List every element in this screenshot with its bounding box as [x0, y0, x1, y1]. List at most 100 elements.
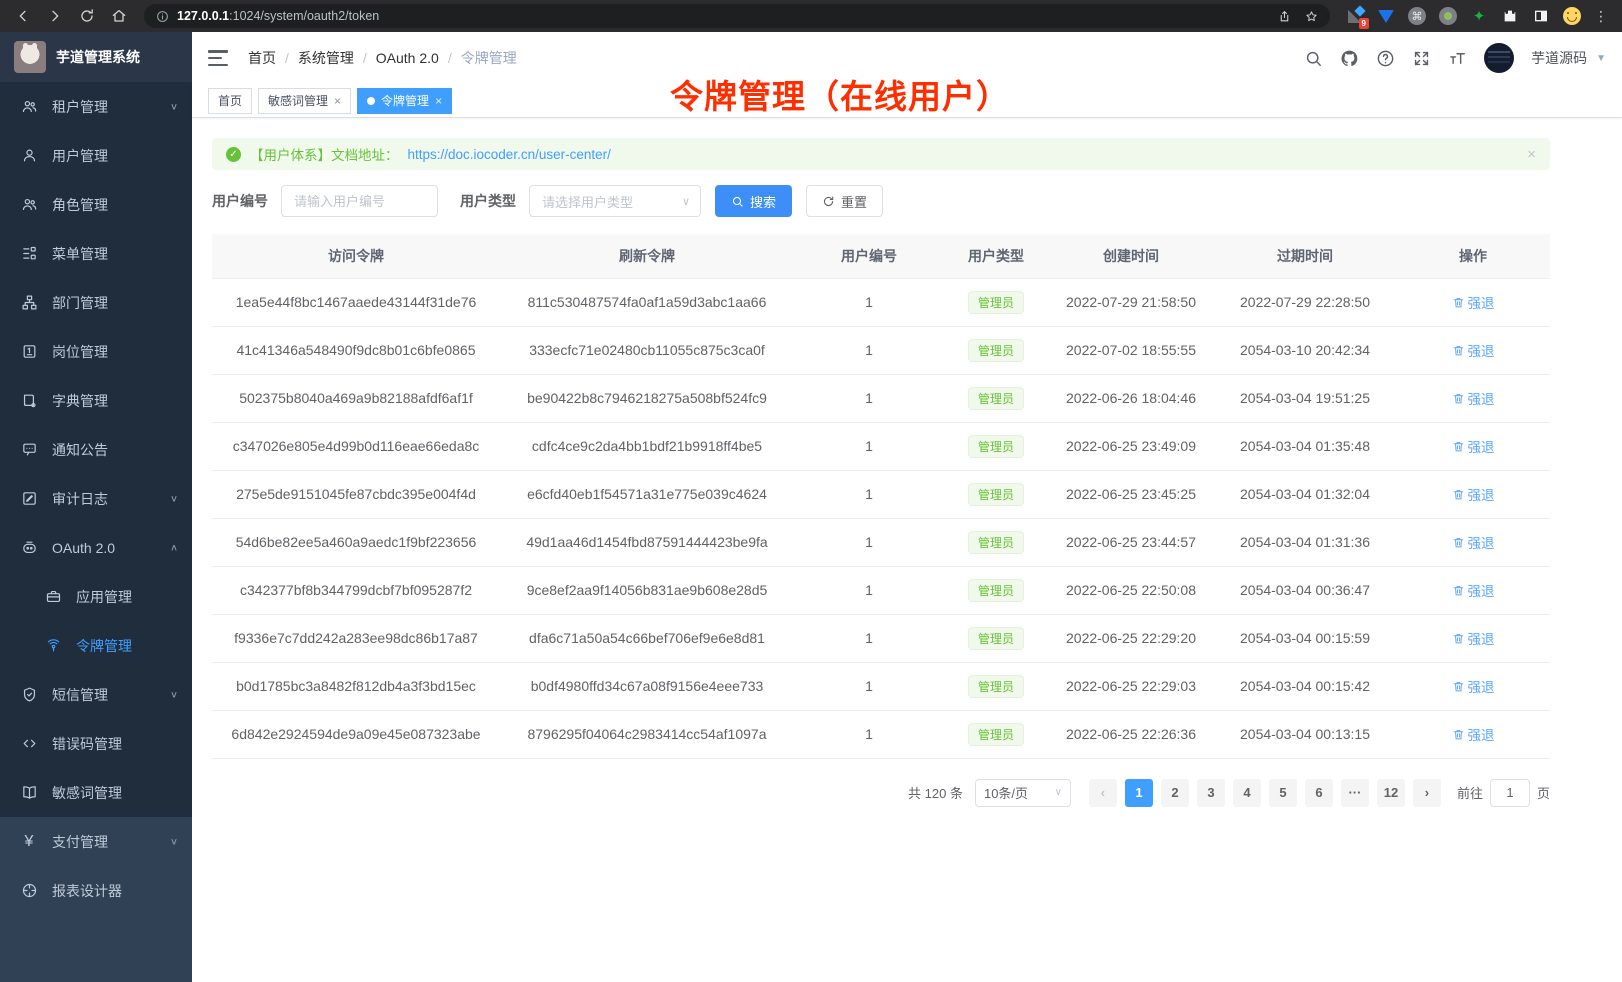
tab-敏感词管理[interactable]: 敏感词管理×	[258, 88, 351, 114]
fullscreen-icon[interactable]	[1412, 49, 1431, 68]
more-pages-button[interactable]: ···	[1341, 779, 1369, 807]
sidebar-item-短信管理[interactable]: 短信管理∨	[0, 670, 192, 719]
alert-doc-link[interactable]: https://doc.iocoder.cn/user-center/	[408, 147, 611, 162]
sidebar-item-部门管理[interactable]: 部门管理	[0, 278, 192, 327]
page-button-5[interactable]: 5	[1269, 779, 1297, 807]
sidebar-item-用户管理[interactable]: 用户管理	[0, 131, 192, 180]
forward-icon[interactable]	[42, 4, 68, 28]
sidebar-item-审计日志[interactable]: 审计日志∨	[0, 474, 192, 523]
sidebar-item-菜单管理[interactable]: 菜单管理	[0, 229, 192, 278]
close-icon[interactable]: ×	[435, 94, 442, 108]
split-window-icon[interactable]	[1532, 7, 1550, 25]
access-token-cell: f9336e7c7dd242a283ee98dc86b17a87	[212, 614, 500, 662]
username[interactable]: 芋道源码	[1531, 48, 1587, 68]
goto-page-input[interactable]	[1490, 779, 1530, 807]
sidebar-item-角色管理[interactable]: 角色管理	[0, 180, 192, 229]
page-button-6[interactable]: 6	[1305, 779, 1333, 807]
font-size-icon[interactable]	[1448, 49, 1467, 68]
page-button-4[interactable]: 4	[1233, 779, 1261, 807]
page-button-12[interactable]: 12	[1377, 779, 1405, 807]
red-annotation: 令牌管理（在线用户）	[670, 70, 1010, 118]
recorder-extension-icon[interactable]	[1439, 7, 1457, 25]
page-buttons: 123456···12	[1125, 779, 1405, 807]
extensions-puzzle-icon[interactable]	[1501, 7, 1519, 25]
avatar[interactable]	[1484, 43, 1514, 73]
pinned-extension-icon[interactable]: 9	[1346, 7, 1364, 25]
sidebar-item-租户管理[interactable]: 租户管理∨	[0, 82, 192, 131]
back-icon[interactable]	[10, 4, 36, 28]
search-icon[interactable]	[1304, 49, 1323, 68]
force-logout-button[interactable]: 强退	[1452, 340, 1495, 360]
breadcrumb-item[interactable]: 令牌管理	[461, 48, 517, 68]
force-logout-button[interactable]: 强退	[1452, 628, 1495, 648]
user-type-badge: 管理员	[968, 291, 1024, 314]
expire-time-cell: 2054-03-10 20:42:34	[1214, 326, 1396, 374]
bookmark-star-icon[interactable]	[1305, 10, 1318, 23]
user-id-input[interactable]	[281, 185, 438, 217]
home-icon[interactable]	[106, 4, 132, 28]
sidebar-item-字典管理[interactable]: 字典管理	[0, 376, 192, 425]
user-type-select[interactable]: 请选择用户类型 ∨	[529, 185, 701, 217]
page-button-3[interactable]: 3	[1197, 779, 1225, 807]
force-logout-button[interactable]: 强退	[1452, 436, 1495, 456]
tab-首页[interactable]: 首页	[208, 88, 252, 114]
sidebar-item-支付管理[interactable]: ¥支付管理∨	[0, 817, 192, 866]
sidebar-item-应用管理[interactable]: 应用管理	[0, 572, 192, 621]
reset-button[interactable]: 重置	[806, 185, 883, 217]
sidebar-item-报表设计器[interactable]: 报表设计器	[0, 866, 192, 915]
force-logout-button[interactable]: 强退	[1452, 676, 1495, 696]
sidebar-item-岗位管理[interactable]: 岗位管理	[0, 327, 192, 376]
site-info-icon[interactable]	[156, 10, 169, 23]
breadcrumb: 首页/系统管理/OAuth 2.0/令牌管理	[248, 48, 517, 68]
shield-icon	[20, 686, 38, 704]
refresh-token-cell: 333ecfc71e02480cb11055c875c3ca0f	[500, 326, 794, 374]
force-logout-button[interactable]: 强退	[1452, 388, 1495, 408]
table-row: c347026e805e4d99b0d116eae66eda8c cdfc4ce…	[212, 422, 1550, 470]
user-type-badge: 管理员	[968, 531, 1024, 554]
user-id-cell: 1	[794, 326, 944, 374]
force-logout-button[interactable]: 强退	[1452, 580, 1495, 600]
alert-close-icon[interactable]: ×	[1527, 146, 1536, 163]
force-logout-button[interactable]: 强退	[1452, 484, 1495, 504]
force-logout-button[interactable]: 强退	[1452, 532, 1495, 552]
table-row: 54d6be82ee5a460a9aedc1f9bf223656 49d1aa4…	[212, 518, 1550, 566]
sidebar-item-OAuth 2.0[interactable]: OAuth 2.0∧	[0, 523, 192, 572]
sidebar-item-敏感词管理[interactable]: 敏感词管理	[0, 768, 192, 817]
sidebar-item-错误码管理[interactable]: 错误码管理	[0, 719, 192, 768]
gem-extension-icon[interactable]	[1377, 7, 1395, 25]
breadcrumb-item[interactable]: 系统管理	[298, 48, 354, 68]
prev-page-button[interactable]: ‹	[1089, 779, 1117, 807]
sidebar-item-通知公告[interactable]: 通知公告	[0, 425, 192, 474]
sidebar-item-label: 敏感词管理	[52, 783, 122, 803]
force-logout-button[interactable]: 强退	[1452, 724, 1495, 744]
force-logout-button[interactable]: 强退	[1452, 292, 1495, 312]
emoji-extension-icon[interactable]	[1563, 7, 1581, 25]
page-size-select[interactable]: 10条/页∨	[975, 779, 1071, 807]
active-dot	[367, 97, 375, 105]
page-button-2[interactable]: 2	[1161, 779, 1189, 807]
table-row: b0d1785bc3a8482f812db4a3f3bd15ec b0df498…	[212, 662, 1550, 710]
sidebar-item-令牌管理[interactable]: 令牌管理	[0, 621, 192, 670]
tab-label: 令牌管理	[381, 92, 429, 109]
breadcrumb-item[interactable]: 首页	[248, 48, 276, 68]
next-page-button[interactable]: ›	[1413, 779, 1441, 807]
access-token-cell: 275e5de9151045fe87cbdc395e004f4d	[212, 470, 500, 518]
command-extension-icon[interactable]: ⌘	[1408, 7, 1426, 25]
search-button[interactable]: 搜索	[715, 185, 792, 217]
page-button-1[interactable]: 1	[1125, 779, 1153, 807]
tab-令牌管理[interactable]: 令牌管理 ×	[357, 88, 452, 114]
github-icon[interactable]	[1340, 49, 1359, 68]
access-token-cell: 502375b8040a469a9b82188afdf6af1f	[212, 374, 500, 422]
chevron-down-icon[interactable]: ▼	[1596, 53, 1606, 64]
green-star-extension-icon[interactable]: ✦	[1470, 7, 1488, 25]
close-icon[interactable]: ×	[334, 94, 341, 108]
breadcrumb-item[interactable]: OAuth 2.0	[376, 50, 439, 66]
help-icon[interactable]	[1376, 49, 1395, 68]
browser-menu-icon[interactable]: ⋮	[1594, 8, 1608, 25]
sidebar-toggle-icon[interactable]	[208, 50, 228, 66]
address-bar[interactable]: 127.0.0.1:1024/system/oauth2/token	[144, 4, 1330, 28]
column-header: 操作	[1396, 234, 1550, 278]
alert-text: 【用户体系】文档地址：	[250, 144, 399, 164]
reload-icon[interactable]	[74, 4, 100, 28]
share-icon[interactable]	[1278, 10, 1291, 23]
